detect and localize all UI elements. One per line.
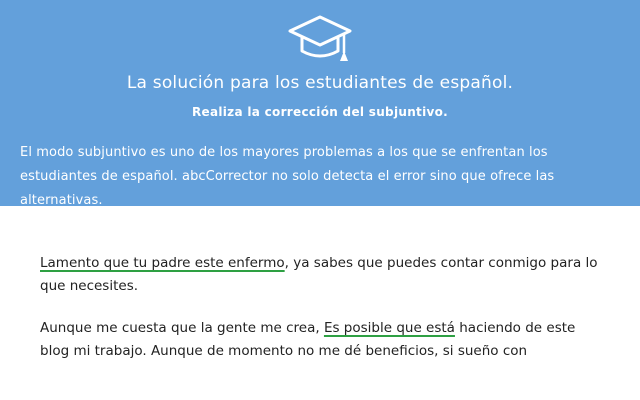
paragraph-2: Aunque me cuesta que la gente me crea, E… xyxy=(40,317,600,363)
paragraph-text: Aunque me cuesta que la gente me crea, xyxy=(40,320,324,336)
hero-title: La solución para los estudiantes de espa… xyxy=(126,73,514,93)
document-sample: Lamento que tu padre este enfermo, ya sa… xyxy=(0,206,640,400)
grammar-error-highlight[interactable]: Lamento que tu padre este enfermo xyxy=(40,255,285,271)
grammar-error-highlight[interactable]: Es posible que está xyxy=(324,320,455,336)
hero-subtitle: Realiza la corrección del subjuntivo. xyxy=(191,105,449,119)
paragraph-1: Lamento que tu padre este enfermo, ya sa… xyxy=(40,252,600,298)
hero-description: El modo subjuntivo es uno de los mayores… xyxy=(20,145,555,208)
graduation-cap-icon xyxy=(288,15,352,61)
hero-banner: La solución para los estudiantes de espa… xyxy=(0,0,640,208)
